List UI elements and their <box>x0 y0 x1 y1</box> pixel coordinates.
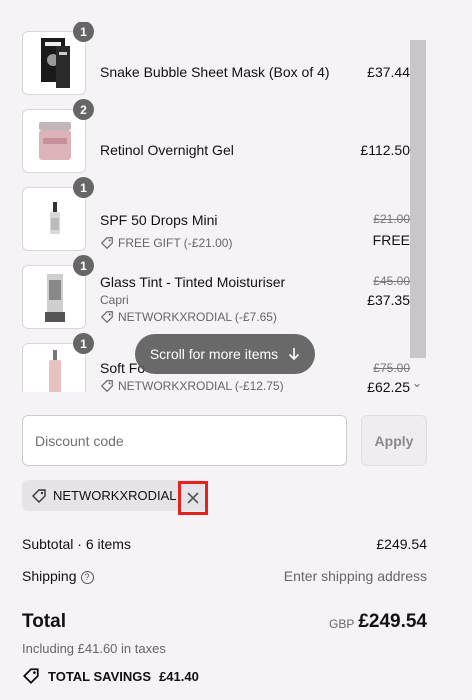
tag-icon <box>32 488 46 503</box>
tag-icon <box>100 237 113 250</box>
shipping-label: Shipping <box>22 568 77 584</box>
total-label: Total <box>22 611 66 632</box>
arrow-down-icon <box>289 348 300 361</box>
total-value: £249.54 <box>358 611 427 632</box>
product-image <box>22 31 86 95</box>
scroll-down-arrow-icon[interactable]: ⌄ <box>412 376 422 390</box>
discount-label: NETWORKXRODIAL (-£12.75) <box>118 379 284 392</box>
item-price: £37.35 <box>367 292 410 308</box>
item-price: £37.44 <box>367 64 410 80</box>
cart-item: 1 Snake Bubble Sheet Mask (Box of 4) £37… <box>22 22 410 95</box>
help-icon[interactable]: ? <box>80 570 94 584</box>
savings-label: TOTAL SAVINGS <box>48 668 152 684</box>
total-savings: TOTAL SAVINGS £41.40 <box>22 667 199 685</box>
item-name: Snake Bubble Sheet Mask (Box of 4) <box>100 64 330 80</box>
quantity-badge: 2 <box>73 99 94 120</box>
discount-label: NETWORKXRODIAL (-£7.65) <box>118 310 277 324</box>
product-image <box>22 187 86 251</box>
scroll-for-more-button[interactable]: Scroll for more items <box>135 334 315 374</box>
tag-icon <box>100 380 113 392</box>
product-image <box>22 265 86 329</box>
tag-icon <box>100 311 113 324</box>
subtotal-row: Subtotal · 6 items £249.54 <box>22 536 427 552</box>
item-price: FREE <box>372 232 410 248</box>
scroll-hint-label: Scroll for more items <box>149 346 279 362</box>
quantity-badge: 1 <box>73 333 94 354</box>
item-price: £112.50 <box>360 142 410 158</box>
scrollbar-thumb[interactable] <box>410 40 426 358</box>
cart-item: 1 Glass Tint - Tinted Moisturiser Capri … <box>22 255 410 329</box>
cart-item: 1 SPF 50 Drops Mini FREE GIFT (-£21.00) … <box>22 177 410 251</box>
subtotal-label: Subtotal · 6 items <box>22 536 131 552</box>
subtotal-value: £249.54 <box>376 536 427 552</box>
savings-value: £41.40 <box>159 668 199 684</box>
quantity-badge: 1 <box>73 177 94 198</box>
discount-code-input[interactable] <box>22 415 347 466</box>
original-price: £21.00 <box>373 212 410 226</box>
discount-label: FREE GIFT (-£21.00) <box>118 236 233 250</box>
shipping-row: Shipping? Enter shipping address <box>22 568 427 584</box>
applied-code-label: NETWORKXRODIAL <box>53 488 177 503</box>
taxes-note: Including £41.60 in taxes <box>22 641 166 656</box>
original-price: £45.00 <box>373 274 410 288</box>
product-image <box>22 109 86 173</box>
item-price: £62.25 <box>367 379 410 392</box>
item-variant: Capri <box>100 293 129 307</box>
quantity-badge: 1 <box>73 255 94 276</box>
item-name: Retinol Overnight Gel <box>100 142 234 158</box>
tag-icon <box>22 668 39 685</box>
remove-discount-button[interactable] <box>178 481 208 515</box>
item-name: SPF 50 Drops Mini <box>100 212 218 228</box>
shipping-value: Enter shipping address <box>283 568 427 584</box>
original-price: £75.00 <box>373 361 410 375</box>
close-icon <box>187 492 199 504</box>
item-name: Glass Tint - Tinted Moisturiser <box>100 274 286 290</box>
item-discount: NETWORKXRODIAL (-£12.75) <box>100 379 284 392</box>
apply-button[interactable]: Apply <box>361 415 427 466</box>
item-discount: NETWORKXRODIAL (-£7.65) <box>100 310 277 324</box>
cart-item: 2 Retinol Overnight Gel £112.50 <box>22 99 410 173</box>
currency-code: GBP <box>329 617 355 631</box>
quantity-badge: 1 <box>73 22 94 42</box>
item-discount: FREE GIFT (-£21.00) <box>100 236 232 250</box>
